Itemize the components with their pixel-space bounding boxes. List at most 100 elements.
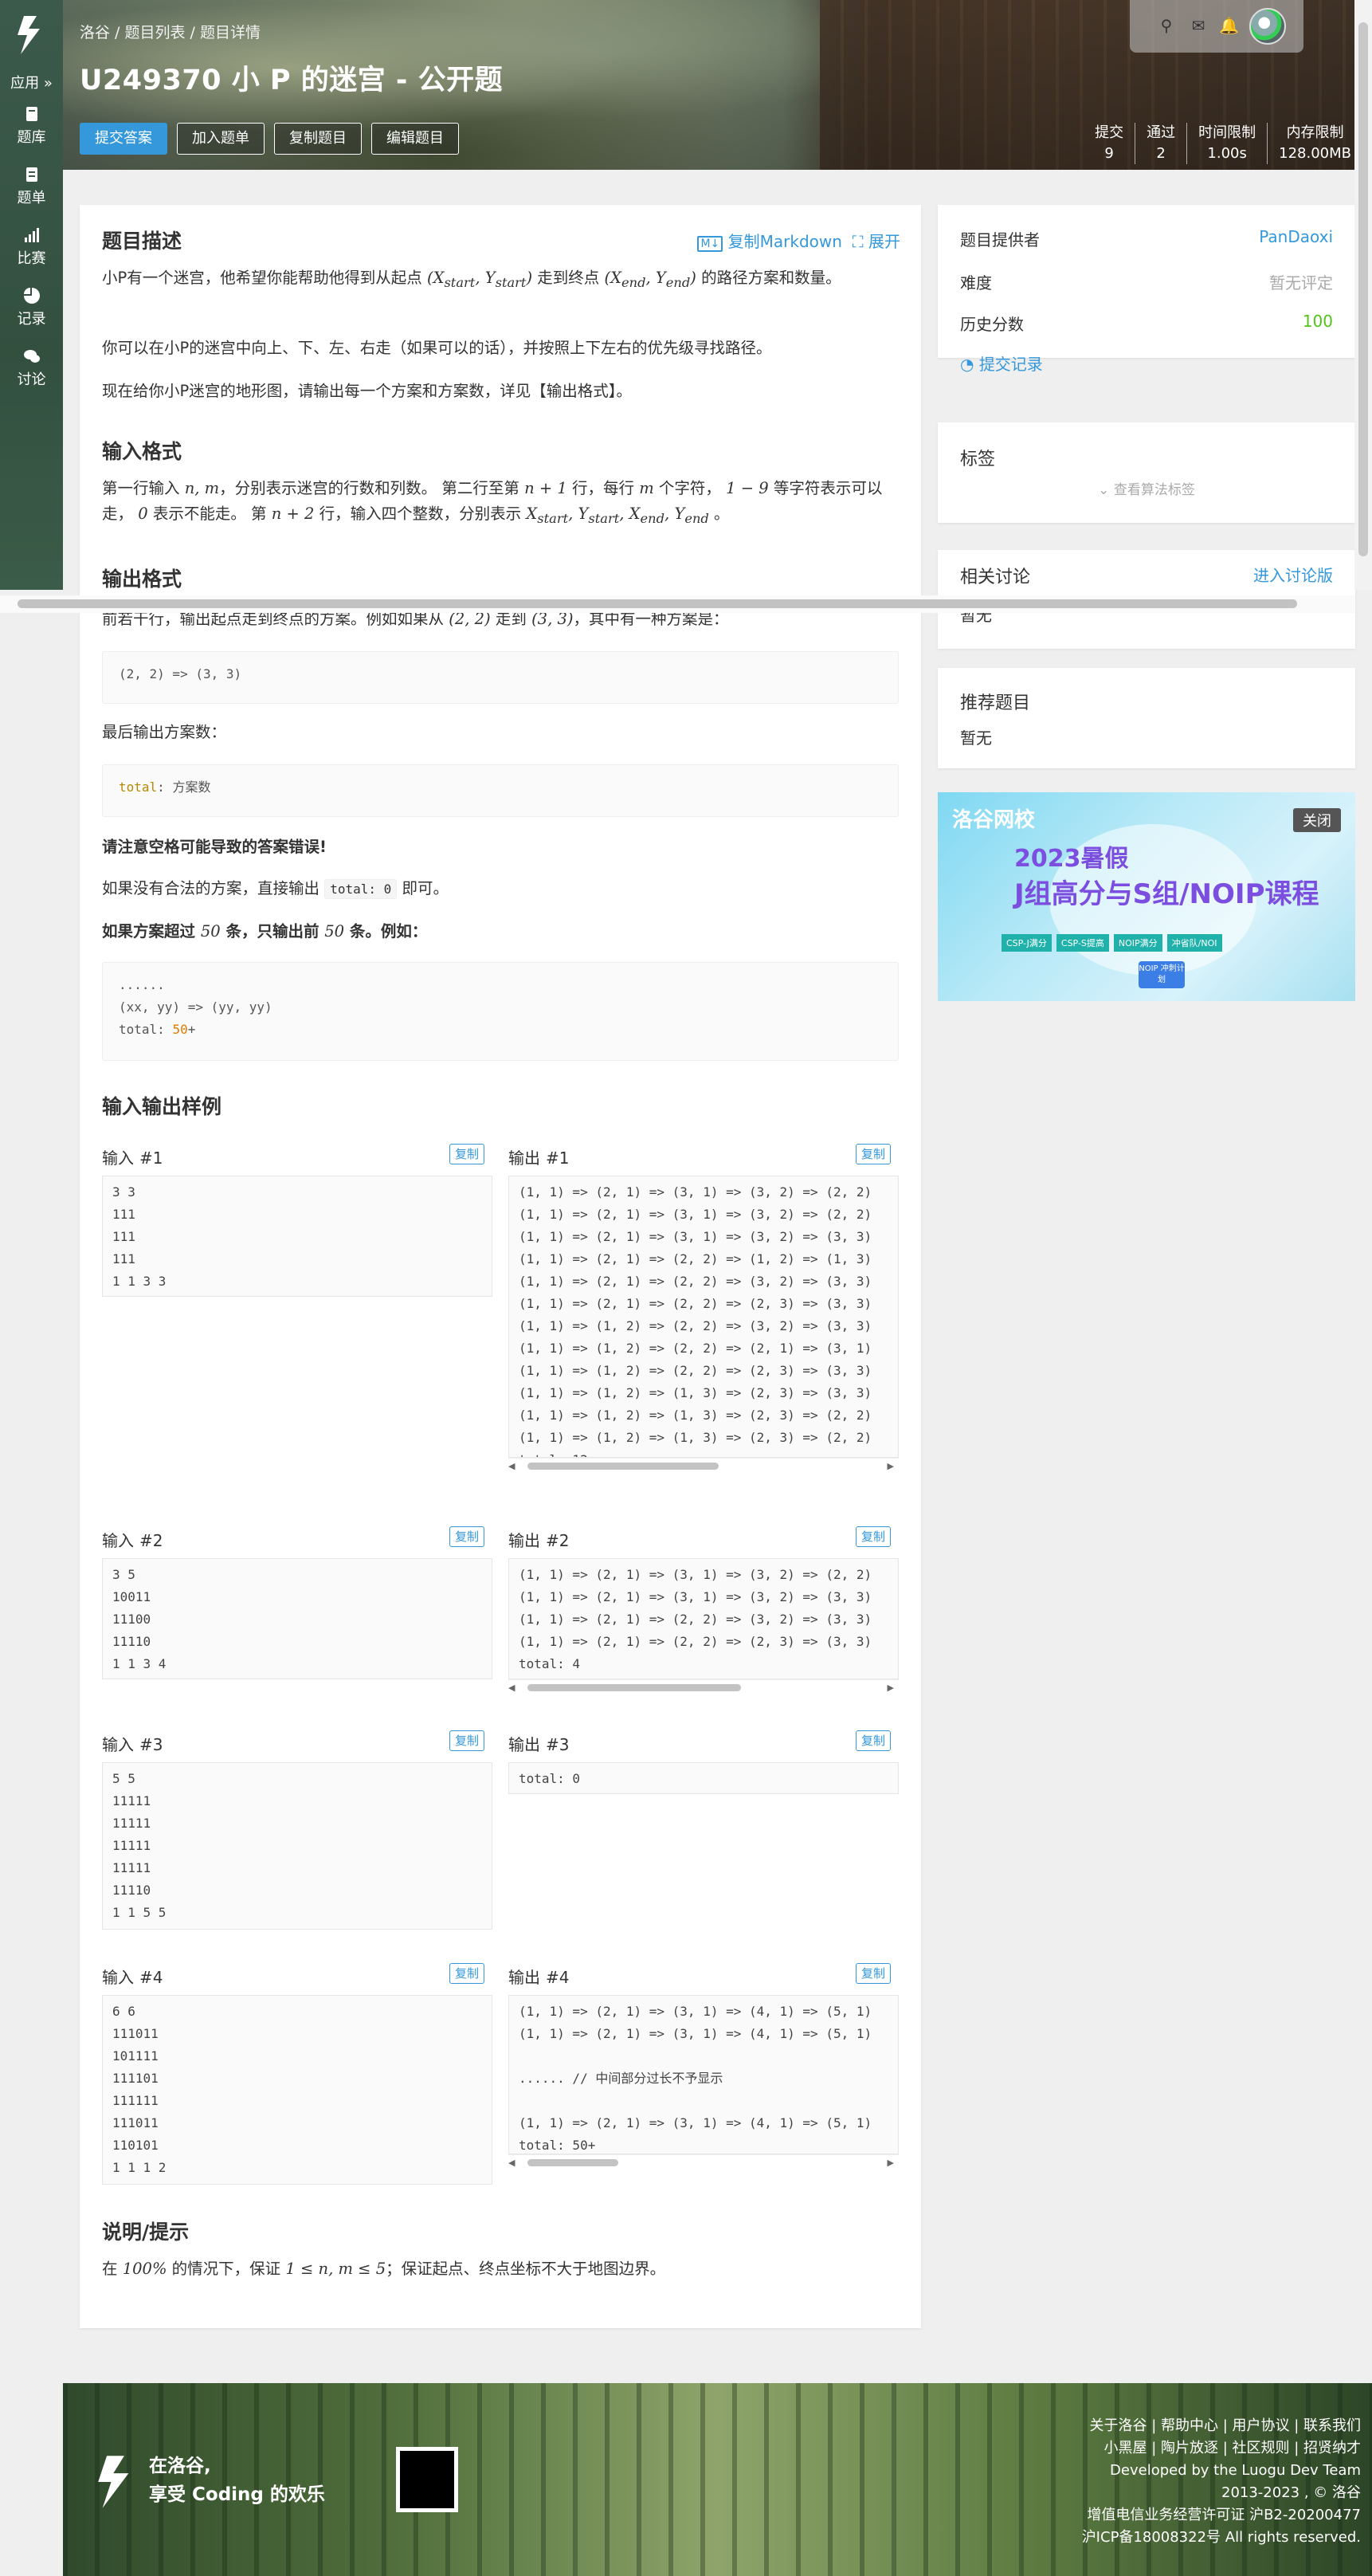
problem-info-card: 题目提供者 PanDaoxi 难度 暂无评定 历史分数 100 ◔ 提交记录 — [938, 205, 1355, 374]
provider-link[interactable]: PanDaoxi — [1259, 227, 1333, 246]
submit-button[interactable]: 提交答案 — [80, 123, 167, 155]
copy-input-button[interactable]: 复制 — [449, 1730, 485, 1751]
warning-text: 请注意空格可能导致的答案错误! — [102, 838, 327, 856]
output-scrollbar[interactable]: ◀ ▶ — [508, 1458, 899, 1472]
ad-title: 2023暑假 — [1014, 845, 1129, 873]
output-scrollbar-thumb[interactable] — [527, 2159, 618, 2166]
horizontal-scrollbar-thumb[interactable] — [18, 599, 1297, 608]
page-title: U249370 小 P 的迷宫 - 公开题 — [80, 65, 504, 96]
bell-icon[interactable]: 🔔 — [1219, 16, 1239, 35]
description-heading: 题目描述 — [102, 230, 182, 253]
sidebar: 应用 » 题库 题单 比赛 记录 讨论 — [0, 0, 63, 590]
copy-input-button[interactable]: 复制 — [449, 1144, 485, 1164]
tags-heading: 标签 — [960, 450, 996, 469]
hint-heading: 说明/提示 — [102, 2221, 190, 2244]
sample-input-box: 5 5 11111 11111 11111 11111 11110 1 1 5 … — [102, 1762, 492, 1930]
add-to-list-button[interactable]: 加入题单 — [177, 123, 265, 155]
sidebar-item-label: 记录 — [17, 311, 46, 328]
app-menu-button[interactable]: 应用 » — [0, 72, 63, 92]
vertical-scrollbar-thumb[interactable] — [1358, 22, 1368, 556]
footer-license[interactable]: 增值电信业务经营许可证 沪B2-20200477 — [1082, 2504, 1361, 2527]
copy-input-button[interactable]: 复制 — [449, 1526, 485, 1547]
stat-submissions: 提交 9 — [1095, 124, 1124, 162]
records-link[interactable]: ◔ 提交记录 — [960, 351, 1333, 375]
output-scrollbar-thumb[interactable] — [527, 1463, 719, 1470]
score-row: 历史分数 100 — [960, 312, 1333, 334]
footer-links-row[interactable]: 关于洛谷 | 帮助中心 | 用户协议 | 联系我们 — [1082, 2415, 1361, 2437]
description-paragraph: 小P有一个迷宫，他希望你能帮助他得到从起点 (Xstart, Ystart) 走… — [102, 269, 841, 290]
output-scrollbar[interactable]: ◀ ▶ — [508, 1679, 899, 1694]
sample-input-label: 输入 #4 — [102, 1968, 163, 1987]
sidebar-item-records[interactable]: 记录 — [0, 287, 63, 328]
ad-chips: CSP-J满分 CSP-S提高 NOIP满分 冲省队/NOI — [1002, 934, 1222, 952]
breadcrumb-problem-list[interactable]: 题目列表 — [125, 24, 186, 41]
footer-icp[interactable]: 沪ICP备18008322号 All rights reserved. — [1082, 2527, 1361, 2549]
input-format-heading: 输入格式 — [102, 440, 182, 463]
copy-markdown-button[interactable]: 复制Markdown — [728, 232, 842, 251]
sample-output-box: (1, 1) => (2, 1) => (3, 1) => (3, 2) => … — [508, 1176, 899, 1458]
sample-input-label: 输入 #2 — [102, 1531, 163, 1550]
copy-output-button[interactable]: 复制 — [856, 1526, 892, 1547]
sidebar-item-label: 题单 — [17, 190, 46, 206]
output-scrollbar-thumb[interactable] — [527, 1684, 741, 1691]
sidebar-item-contests[interactable]: 比赛 — [0, 226, 63, 268]
horizontal-scrollbar[interactable] — [0, 595, 1354, 613]
footer-team: Developed by the Luogu Dev Team — [1110, 2462, 1361, 2479]
pie-icon: ◔ — [960, 355, 974, 374]
ad-banner[interactable]: 洛谷网校 2023暑假 J组高分与S组/NOIP课程 关闭 CSP-J满分 CSP… — [938, 792, 1355, 1001]
sample-output-label: 输出 #3 — [508, 1735, 570, 1754]
footer-links-row[interactable]: 小黑屋 | 陶片放逐 | 社区规则 | 招贤纳才 — [1082, 2437, 1361, 2460]
luogu-logo-icon — [98, 2456, 129, 2508]
stat-memory-limit: 内存限制 128.00MB — [1267, 123, 1362, 164]
copy-output-button[interactable]: 复制 — [856, 1730, 892, 1751]
sample-output-box: (1, 1) => (2, 1) => (3, 1) => (3, 2) => … — [508, 1558, 899, 1679]
sidebar-item-lists[interactable]: 题单 — [0, 166, 63, 207]
description-paragraph: 你可以在小P的迷宫中向上、下、左、右走（如果可以的话），并按照上下左右的优先级寻… — [102, 339, 772, 357]
ad-close-button[interactable]: 关闭 — [1293, 808, 1341, 832]
avatar[interactable] — [1249, 8, 1286, 45]
output-scrollbar[interactable]: ◀ ▶ — [508, 2154, 899, 2169]
sample-output-label: 输出 #4 — [508, 1968, 570, 1987]
problem-actions: 提交答案 加入题单 复制题目 编辑题目 — [80, 123, 459, 155]
footer-copyright: 2013-2023 , © 洛谷 — [1221, 2484, 1361, 2501]
sample-input-box: 3 3 111 111 111 1 1 3 3 — [102, 1176, 492, 1297]
sidebar-item-problems[interactable]: 题库 — [0, 105, 63, 147]
copy-output-button[interactable]: 复制 — [856, 1963, 892, 1984]
sidebar-item-discuss[interactable]: 讨论 — [0, 348, 63, 389]
enter-discuss-link[interactable]: 进入讨论版 — [1253, 563, 1333, 586]
copy-input-button[interactable]: 复制 — [449, 1963, 485, 1984]
sample-input-label: 输入 #1 — [102, 1149, 163, 1168]
sidebar-item-label: 题库 — [17, 129, 46, 146]
no-result-text: 如果没有合法的方案，直接输出 total: 0 即可。 — [102, 879, 449, 899]
sample-output-label: 输出 #2 — [508, 1531, 570, 1550]
breadcrumb-home[interactable]: 洛谷 — [80, 24, 110, 41]
breadcrumb-current: 题目详情 — [200, 24, 261, 41]
ad-brand: 洛谷网校 — [952, 808, 1036, 832]
vertical-scrollbar[interactable] — [1354, 0, 1372, 590]
provider-row: 题目提供者 PanDaoxi — [960, 227, 1333, 249]
stat-time-limit: 时间限制 1.00s — [1186, 123, 1267, 164]
sidebar-item-label: 讨论 — [17, 371, 46, 388]
bar-chart-icon — [24, 228, 39, 242]
luogu-logo-icon[interactable] — [13, 14, 48, 56]
user-toolbar: ⚲ ✉ 🔔 — [1130, 0, 1303, 53]
show-tags-toggle[interactable]: ⌄ 查看算法标签 — [960, 478, 1333, 498]
output-format-paragraph: 最后输出方案数： — [102, 723, 227, 741]
sidebar-item-label: 比赛 — [17, 250, 46, 267]
output-format-heading: 输出格式 — [102, 567, 182, 591]
samples-heading: 输入输出样例 — [102, 1095, 222, 1118]
problem-stats: 提交 9 通过 2 时间限制 1.00s 内存限制 128.00MB — [1084, 123, 1362, 164]
copy-output-button[interactable]: 复制 — [856, 1144, 892, 1164]
mail-icon[interactable]: ✉ — [1189, 16, 1208, 35]
hint-paragraph: 在 100% 的情况下，保证 1 ≤ n, m ≤ 5；保证起点、终点坐标不大于… — [102, 2260, 666, 2278]
code-block: ...... (xx, yy) => (yy, yy) total: 50+ — [102, 962, 899, 1061]
edit-problem-button[interactable]: 编辑题目 — [371, 123, 459, 155]
expand-button[interactable]: 展开 — [868, 232, 900, 251]
sample-input-box: 6 6 111011 101111 111101 111111 111011 1… — [102, 1995, 492, 2185]
copy-problem-button[interactable]: 复制题目 — [274, 123, 362, 155]
search-icon[interactable]: ⚲ — [1157, 16, 1176, 35]
chat-icon — [23, 350, 40, 363]
ad-cta-button[interactable]: NOIP 冲刺计划 — [1139, 961, 1185, 988]
discuss-heading: 相关讨论 进入讨论版 — [960, 563, 1333, 588]
book-icon — [25, 107, 37, 121]
